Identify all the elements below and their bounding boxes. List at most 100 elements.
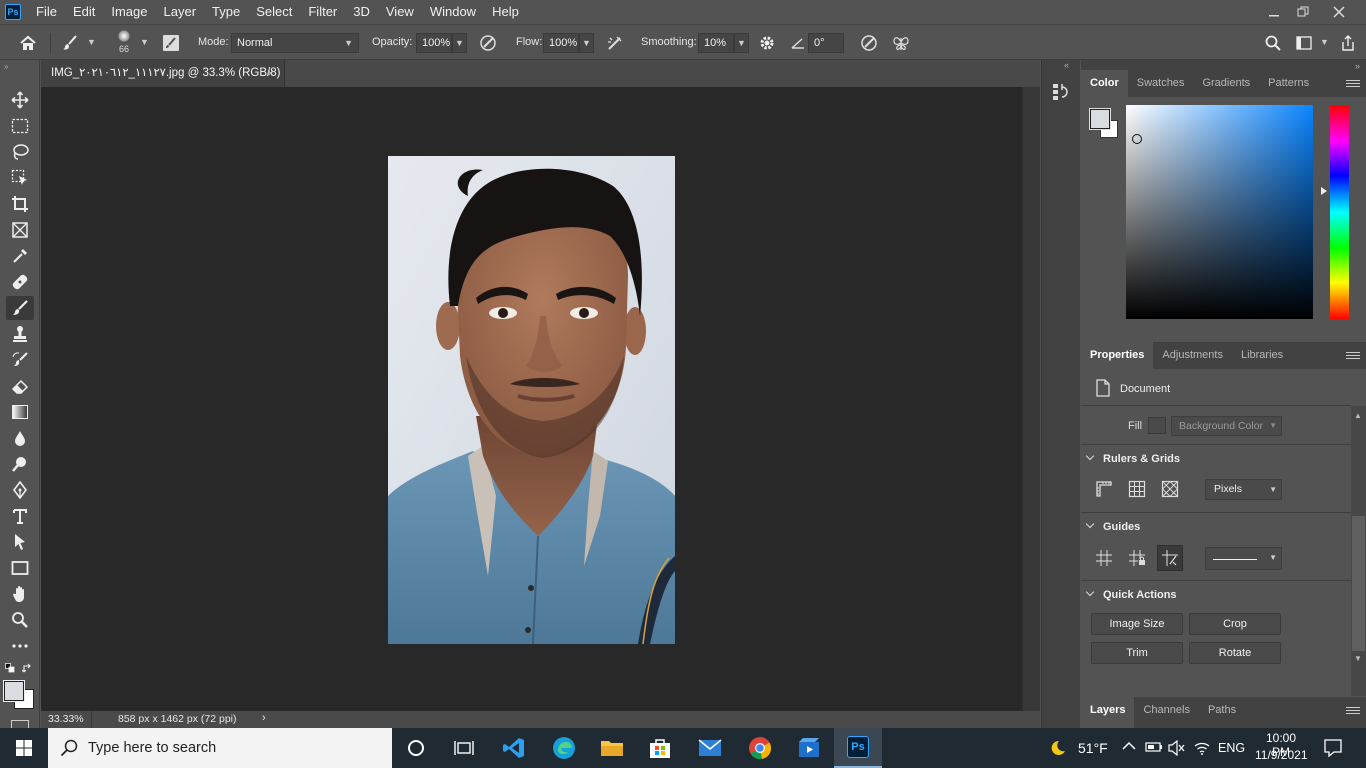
file-explorer-icon[interactable] (588, 728, 636, 768)
volume-muted-icon[interactable] (1168, 740, 1186, 756)
brush-settings-panel-icon[interactable] (159, 31, 183, 55)
gear-icon[interactable] (755, 31, 779, 55)
history-brush-tool-icon[interactable] (6, 348, 34, 372)
smoothing-input[interactable]: 10% (698, 33, 734, 53)
blur-tool-icon[interactable] (6, 426, 34, 450)
pen-tool-icon[interactable] (6, 478, 34, 502)
rulers-grids-header[interactable]: Rulers & Grids (1085, 451, 1180, 465)
language-indicator[interactable]: ENG (1218, 741, 1245, 755)
history-panel-icon[interactable] (1052, 82, 1070, 102)
menu-image[interactable]: Image (103, 0, 155, 24)
move-tool-icon[interactable] (6, 88, 34, 112)
fill-swatch[interactable] (1148, 417, 1166, 434)
object-selection-tool-icon[interactable] (6, 166, 34, 190)
moon-icon[interactable] (1048, 739, 1066, 757)
chevron-down-icon[interactable]: ▼ (87, 37, 96, 47)
workspace-icon[interactable] (1292, 31, 1316, 55)
dodge-tool-icon[interactable] (6, 452, 34, 476)
panel-menu-icon[interactable] (1346, 707, 1360, 714)
guides-icon[interactable] (1095, 549, 1113, 567)
grid-icon[interactable] (1128, 480, 1146, 498)
panel-menu-icon[interactable] (1346, 352, 1360, 359)
menu-select[interactable]: Select (248, 0, 300, 24)
clone-stamp-tool-icon[interactable] (6, 322, 34, 346)
saturation-brightness-field[interactable] (1126, 105, 1313, 319)
tab-layers[interactable]: Layers (1081, 697, 1135, 728)
vscode-icon[interactable] (490, 728, 538, 768)
smart-guides-icon[interactable] (1157, 545, 1183, 571)
crop-tool-icon[interactable] (6, 192, 34, 216)
photoshop-taskbar-icon[interactable]: Ps (834, 728, 882, 768)
default-colors-icon[interactable] (5, 663, 15, 673)
tab-libraries[interactable]: Libraries (1232, 342, 1292, 369)
home-icon[interactable] (16, 31, 40, 55)
tab-paths[interactable]: Paths (1199, 697, 1245, 728)
menu-window[interactable]: Window (422, 0, 484, 24)
crop-button[interactable]: Crop (1189, 613, 1281, 635)
tab-properties[interactable]: Properties (1081, 342, 1154, 369)
guides-header[interactable]: Guides (1085, 519, 1140, 533)
chevron-down-icon[interactable]: ▼ (1320, 37, 1329, 47)
edge-icon[interactable] (540, 728, 588, 768)
marquee-tool-icon[interactable] (6, 114, 34, 138)
symmetry-butterfly-icon[interactable] (889, 31, 913, 55)
color-picker-cursor[interactable] (1132, 134, 1142, 144)
smoothing-dropdown[interactable]: ▼ (734, 33, 749, 53)
brush-tool-icon[interactable] (6, 296, 34, 320)
airbrush-icon[interactable] (603, 31, 627, 55)
search-icon[interactable] (1261, 31, 1285, 55)
opacity-dropdown[interactable]: ▼ (452, 33, 467, 53)
wifi-icon[interactable] (1194, 740, 1210, 756)
collapse-arrows-icon[interactable]: » (4, 62, 8, 71)
menu-help[interactable]: Help (484, 0, 527, 24)
flow-input[interactable]: 100% (543, 33, 579, 53)
image-size-button[interactable]: Image Size (1091, 613, 1183, 635)
menu-layer[interactable]: Layer (156, 0, 205, 24)
mode-select[interactable]: Normal ▼ (231, 33, 359, 53)
lock-guides-icon[interactable] (1128, 549, 1146, 567)
zoom-tool-icon[interactable] (6, 608, 34, 632)
restore-button[interactable] (1286, 0, 1320, 24)
document-image[interactable] (388, 156, 675, 644)
gradient-tool-icon[interactable] (6, 400, 34, 424)
menu-view[interactable]: View (378, 0, 422, 24)
chrome-icon[interactable] (736, 728, 784, 768)
more-tools-icon[interactable] (6, 634, 34, 658)
tab-channels[interactable]: Channels (1134, 697, 1198, 728)
menu-filter[interactable]: Filter (300, 0, 345, 24)
rectangle-tool-icon[interactable] (6, 556, 34, 580)
eyedropper-tool-icon[interactable] (6, 244, 34, 268)
frame-tool-icon[interactable] (6, 218, 34, 242)
angle-input[interactable]: 0° (808, 33, 844, 53)
trim-button[interactable]: Trim (1091, 642, 1183, 664)
guide-style-select[interactable]: ▼ (1205, 547, 1282, 570)
tab-color[interactable]: Color (1081, 70, 1128, 97)
fill-select[interactable]: Background Color ▼ (1171, 416, 1282, 436)
pixel-grid-icon[interactable] (1161, 480, 1179, 498)
tab-swatches[interactable]: Swatches (1128, 70, 1194, 97)
scroll-thumb[interactable] (1352, 516, 1365, 651)
notifications-icon[interactable] (1323, 738, 1343, 758)
hue-slider[interactable] (1330, 105, 1349, 319)
close-icon[interactable]: × (267, 60, 274, 87)
pressure-opacity-icon[interactable] (476, 31, 500, 55)
document-tab[interactable]: IMG_١١١٢٧_٢٠٢١٠٦١٢.jpg @ 33.3% (RGB/8) *… (41, 60, 285, 106)
rotate-button[interactable]: Rotate (1189, 642, 1281, 664)
chevron-up-icon[interactable] (1122, 741, 1136, 751)
scroll-up-icon[interactable]: ▲ (1354, 411, 1362, 420)
taskbar-search-box[interactable]: Type here to search (48, 728, 392, 768)
chevron-right-icon[interactable]: › (262, 712, 266, 724)
panel-menu-icon[interactable] (1346, 80, 1360, 87)
menu-edit[interactable]: Edit (65, 0, 103, 24)
foreground-color-swatch[interactable] (1089, 108, 1111, 130)
zoom-level[interactable]: 33.33% (48, 713, 84, 725)
scroll-down-icon[interactable]: ▼ (1354, 654, 1362, 663)
brush-tool-preset-icon[interactable] (58, 31, 82, 55)
menu-type[interactable]: Type (204, 0, 248, 24)
units-select[interactable]: Pixels ▼ (1205, 479, 1282, 500)
healing-brush-tool-icon[interactable] (6, 270, 34, 294)
flow-dropdown[interactable]: ▼ (579, 33, 594, 53)
quick-actions-header[interactable]: Quick Actions (1085, 587, 1177, 601)
menu-file[interactable]: File (28, 0, 65, 24)
chevron-down-icon[interactable]: ▼ (140, 37, 149, 47)
